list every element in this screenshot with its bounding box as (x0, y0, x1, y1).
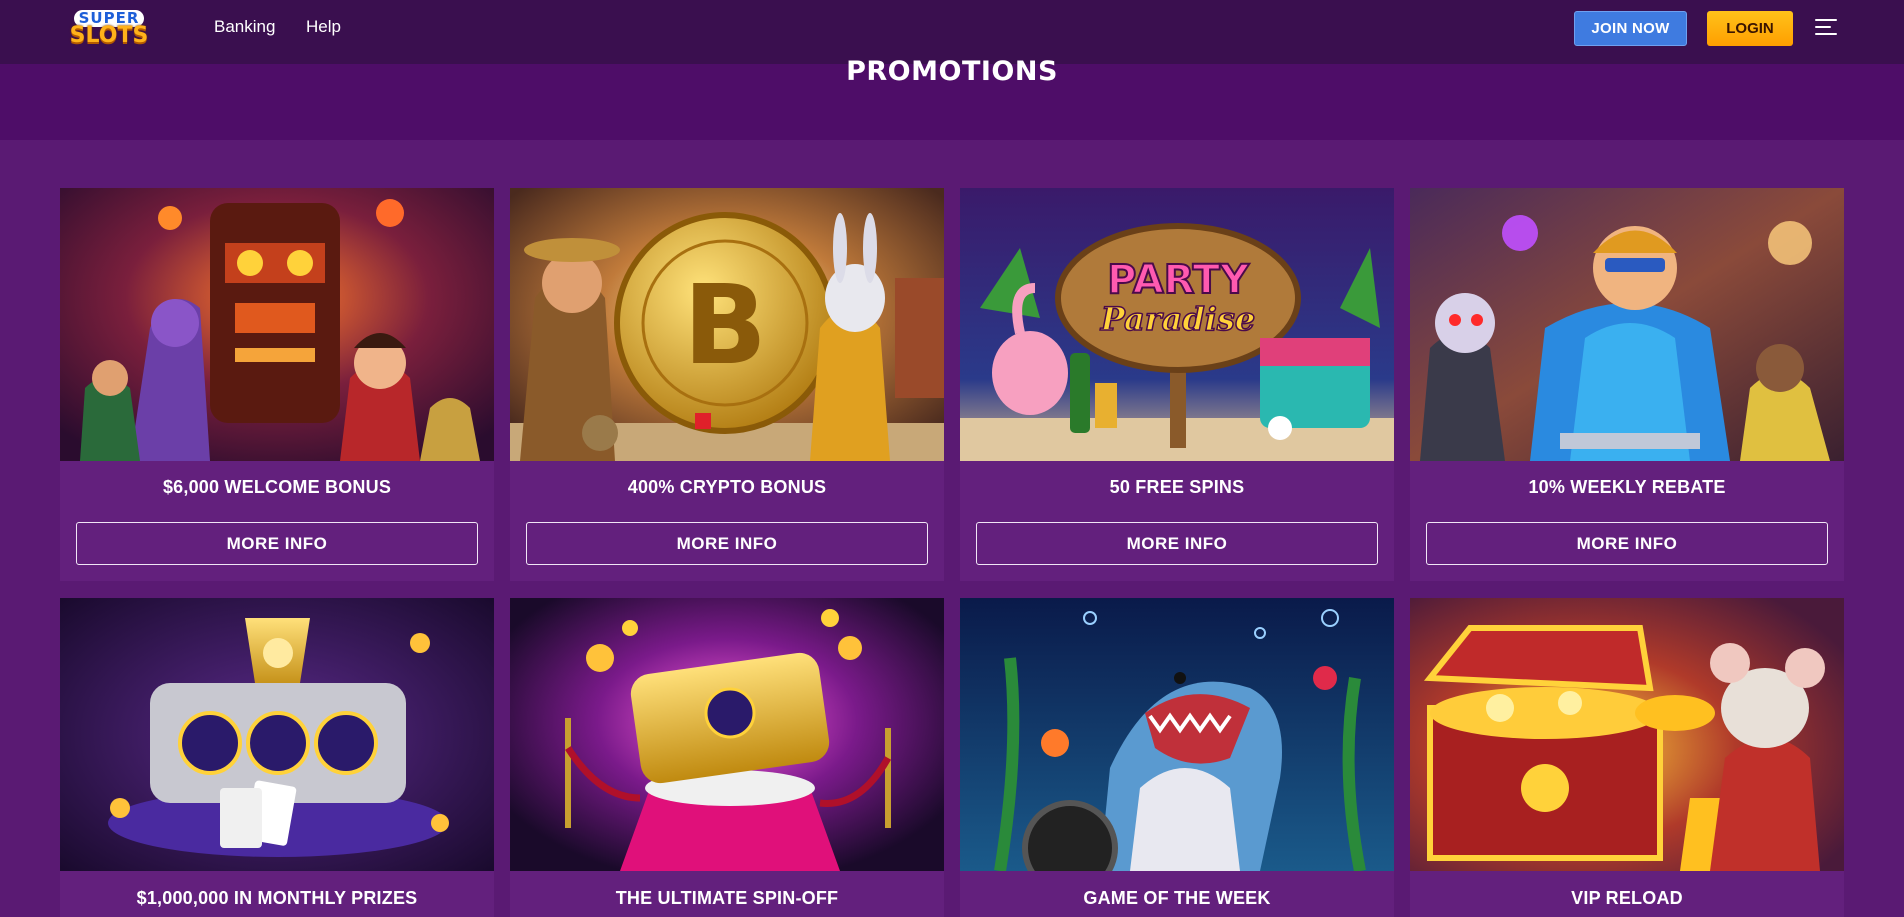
more-info-button[interactable]: MORE INFO (1426, 522, 1828, 565)
promo-title: THE ULTIMATE SPIN-OFF (615, 888, 839, 908)
login-button[interactable]: LOGIN (1707, 11, 1793, 46)
weekly-rebate-artwork (1410, 188, 1844, 461)
party-logo-text: PARTY (1107, 257, 1250, 303)
promo-card-welcome-bonus: $6,000 WELCOME BONUS MORE INFO (60, 188, 494, 581)
promo-title: $1,000,000 IN MONTHLY PRIZES (136, 888, 418, 908)
nav-banking-link[interactable]: Banking (214, 17, 275, 37)
more-info-button[interactable]: MORE INFO (76, 522, 478, 565)
join-now-button[interactable]: JOIN NOW (1574, 11, 1687, 46)
monthly-prizes-artwork (60, 598, 494, 871)
more-info-button[interactable]: MORE INFO (976, 522, 1378, 565)
promo-card-crypto-bonus: B 400% CRYPTO BONUS MORE INFO (510, 188, 944, 581)
promo-card-vip-reload: VIP RELOAD (1410, 598, 1844, 917)
promo-card-game-of-the-week: GAME OF THE WEEK (960, 598, 1394, 917)
game-of-the-week-artwork (960, 598, 1394, 871)
hamburger-menu-icon[interactable] (1815, 18, 1839, 38)
promo-title: VIP RELOAD (1571, 888, 1683, 908)
promo-card-free-spins: PARTY Paradise 50 FREE SPINS MORE INFO (960, 188, 1394, 581)
promo-title: 400% CRYPTO BONUS (627, 477, 827, 497)
free-spins-artwork: PARTY Paradise (960, 188, 1394, 461)
promo-title: 50 FREE SPINS (1109, 477, 1245, 497)
promo-card-weekly-rebate: 10% WEEKLY REBATE MORE INFO (1410, 188, 1844, 581)
page-title: PROMOTIONS (846, 56, 1058, 87)
vip-reload-artwork (1410, 598, 1844, 871)
promo-card-monthly-prizes: $1,000,000 IN MONTHLY PRIZES (60, 598, 494, 917)
logo-text-bottom: SLOTS (69, 22, 149, 48)
top-navigation-bar: SUPER SLOTS Banking Help JOIN NOW LOGIN (0, 0, 1904, 64)
nav-help-link[interactable]: Help (306, 17, 341, 37)
promo-title: $6,000 WELCOME BONUS (162, 477, 392, 497)
super-slots-logo[interactable]: SUPER SLOTS (66, 7, 152, 49)
crypto-bonus-artwork: B (510, 188, 944, 461)
paradise-logo-text: Paradise (1100, 300, 1255, 338)
more-info-button[interactable]: MORE INFO (526, 522, 928, 565)
ultimate-spin-off-artwork (510, 598, 944, 871)
promo-title: GAME OF THE WEEK (1083, 888, 1271, 908)
welcome-bonus-artwork (60, 188, 494, 461)
bitcoin-symbol: B (683, 261, 767, 389)
promo-card-ultimate-spin-off: THE ULTIMATE SPIN-OFF (510, 598, 944, 917)
promo-title: 10% WEEKLY REBATE (1528, 477, 1726, 497)
